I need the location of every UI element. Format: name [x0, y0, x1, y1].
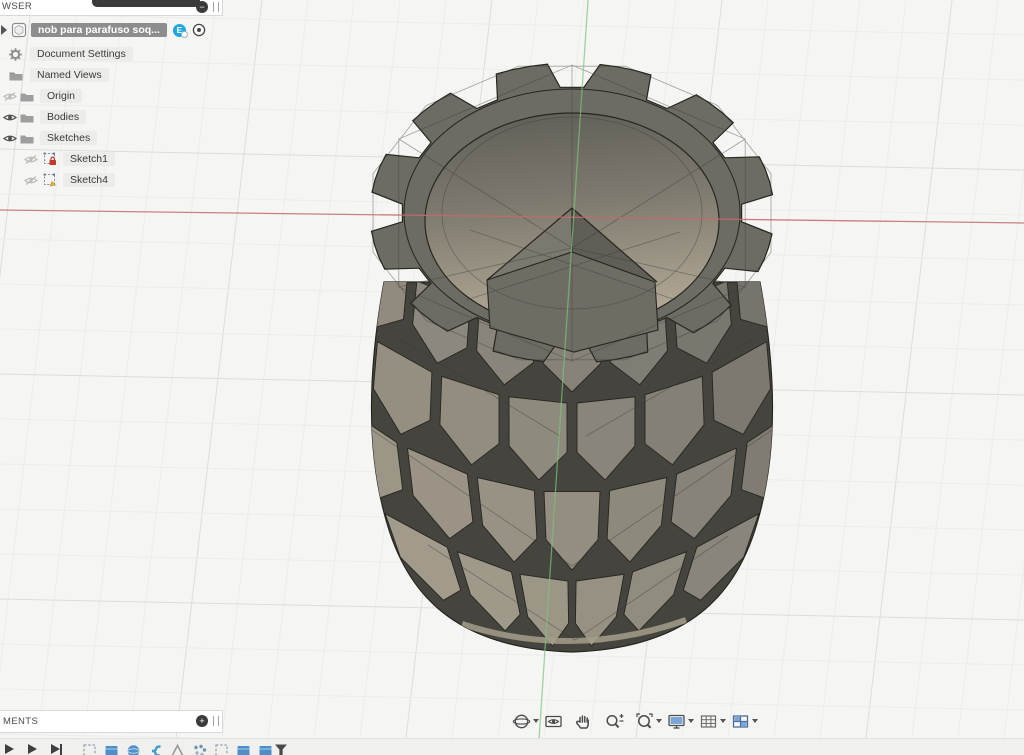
timeline-feature-extrude-icon[interactable]	[236, 743, 251, 755]
panel-scroll-handle[interactable]	[92, 0, 200, 7]
fusion360-window: WSER − nob para parafuso soq... E	[0, 0, 1024, 755]
chevron-down-icon[interactable]	[720, 719, 726, 723]
tree-item-label[interactable]: Origin	[40, 89, 82, 103]
browser-panel-grip[interactable]	[213, 2, 219, 12]
tree-item-label[interactable]: Sketch1	[63, 152, 115, 166]
visibility-on-icon[interactable]	[3, 133, 17, 144]
display-settings-icon	[667, 712, 686, 731]
collaborator-badge[interactable]: E	[173, 24, 186, 37]
viewport-canvas[interactable]	[0, 0, 1024, 755]
expand-caret-icon[interactable]	[0, 25, 8, 35]
zoom-button[interactable]	[604, 712, 625, 731]
chevron-down-icon[interactable]	[688, 719, 694, 723]
tree-row-named-views[interactable]: Named Views	[9, 66, 109, 84]
timeline-feature-sketch-icon[interactable]	[82, 743, 97, 755]
comments-panel-grip[interactable]	[213, 716, 219, 726]
component-icon	[11, 22, 27, 38]
timeline-feature-revolve-icon[interactable]	[126, 743, 141, 755]
visibility-off-icon[interactable]	[24, 154, 38, 165]
chevron-down-icon[interactable]	[656, 719, 662, 723]
sketch-icon	[43, 173, 58, 187]
timeline-feature-pattern-icon[interactable]	[192, 743, 207, 755]
folder-icon	[20, 91, 34, 102]
viewports-icon	[731, 712, 750, 731]
tree-row-document[interactable]: nob para parafuso soq... E	[0, 21, 206, 39]
tree-row-sketches[interactable]: Sketches	[3, 129, 97, 147]
timeline-feature-sweep-icon[interactable]	[148, 743, 163, 755]
comments-header-label: MENTS	[3, 716, 38, 727]
look-at-button[interactable]	[544, 712, 563, 731]
timeline-end-bar	[60, 744, 62, 755]
comments-panel-header: MENTS +	[0, 710, 223, 733]
tree-row-document-settings[interactable]: Document Settings	[9, 45, 133, 63]
visibility-off-icon[interactable]	[3, 91, 17, 102]
timeline-bar	[0, 738, 1024, 755]
timeline-filter-icon[interactable]	[274, 743, 289, 755]
visibility-off-icon[interactable]	[24, 175, 38, 186]
timeline-feature-extrude-icon[interactable]	[104, 743, 119, 755]
orbit-button[interactable]	[512, 712, 539, 731]
tree-item-label[interactable]: Sketch4	[63, 173, 115, 187]
document-title[interactable]: nob para parafuso soq...	[31, 23, 167, 37]
visibility-on-icon[interactable]	[3, 112, 17, 123]
fit-icon	[635, 712, 654, 731]
timeline-go-to-end-button[interactable]	[51, 744, 60, 754]
timeline-play-button[interactable]	[5, 744, 14, 754]
tree-item-label[interactable]: Named Views	[30, 68, 109, 82]
zoom-icon	[604, 712, 625, 731]
folder-icon	[20, 133, 34, 144]
viewports-button[interactable]	[731, 712, 758, 731]
folder-icon	[20, 112, 34, 123]
view-navigation-toolbar	[512, 710, 763, 732]
tree-row-sketch4[interactable]: Sketch4	[24, 171, 115, 189]
tree-item-label[interactable]: Bodies	[40, 110, 86, 124]
pan-hand-icon	[574, 712, 593, 731]
browser-collapse-button[interactable]: −	[196, 1, 208, 13]
tree-row-sketch1[interactable]: Sketch1	[24, 150, 115, 168]
tree-item-label[interactable]: Sketches	[40, 131, 97, 145]
sketch-locked-icon	[43, 152, 58, 166]
browser-panel-header: WSER −	[0, 0, 223, 16]
folder-icon	[9, 70, 23, 81]
grid-settings-button[interactable]	[699, 712, 726, 731]
timeline-feature-sketch-icon[interactable]	[214, 743, 229, 755]
chevron-down-icon[interactable]	[752, 719, 758, 723]
chevron-down-icon[interactable]	[533, 719, 539, 723]
timeline-feature-extrude-icon[interactable]	[258, 743, 273, 755]
gear-icon	[9, 48, 22, 61]
add-comment-button[interactable]: +	[196, 715, 208, 727]
orbit-icon	[512, 712, 531, 731]
tree-row-origin[interactable]: Origin	[3, 87, 82, 105]
browser-header-label: WSER	[2, 1, 32, 12]
tree-row-bodies[interactable]: Bodies	[3, 108, 86, 126]
pan-button[interactable]	[574, 712, 593, 731]
timeline-play-forward-button[interactable]	[28, 744, 37, 754]
timeline-feature-loft-icon[interactable]	[170, 743, 185, 755]
fit-button[interactable]	[635, 712, 662, 731]
display-settings-button[interactable]	[667, 712, 694, 731]
tree-item-label[interactable]: Document Settings	[30, 47, 133, 61]
look-at-icon	[544, 712, 563, 731]
activate-component-radio[interactable]	[192, 23, 206, 37]
grid-icon	[699, 712, 718, 731]
